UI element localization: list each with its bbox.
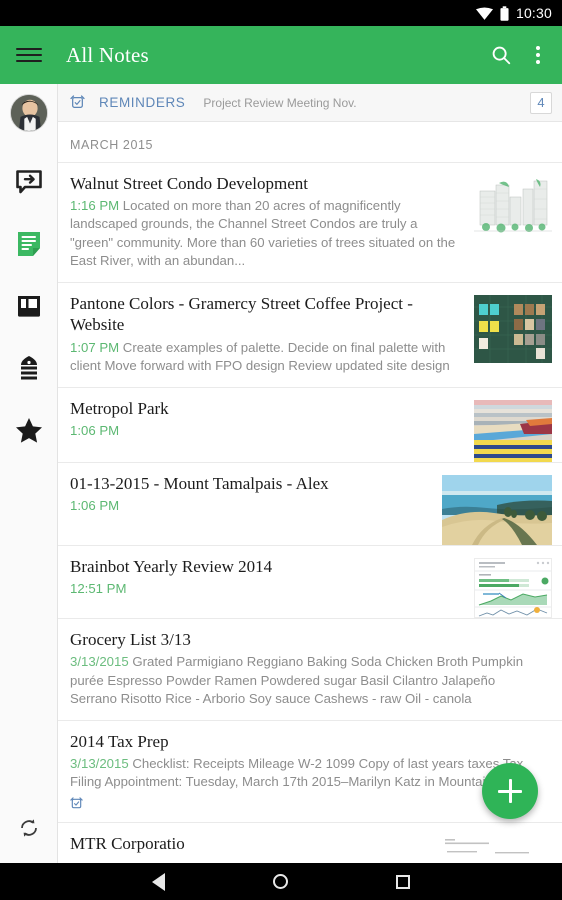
note-preview-text: Checklist: Receipts Mileage W-2 1099 Cop… (70, 756, 525, 790)
note-snippet: 1:06 PM (70, 497, 430, 515)
alarm-clock-icon (70, 796, 83, 808)
note-thumbnail (474, 400, 552, 463)
note-timestamp: 1:06 PM (70, 423, 120, 439)
note-thumbnail (474, 175, 552, 237)
note-body: Walnut Street Condo Development 1:16 PM … (70, 163, 474, 282)
alarm-clock-icon (70, 95, 85, 108)
notes-icon (17, 232, 40, 256)
list-item[interactable]: MTR Corporatio (58, 821, 562, 863)
note-title: Pantone Colors - Gramercy Street Coffee … (70, 294, 413, 335)
list-item[interactable]: 01-13-2015 - Mount Tamalpais - Alex 1:06… (58, 462, 562, 546)
list-item[interactable]: Brainbot Yearly Review 2014 12:51 PM (58, 545, 562, 619)
reminders-bar[interactable]: REMINDERS Project Review Meeting Nov. 4 (58, 84, 562, 122)
hamburger-menu-icon[interactable] (16, 45, 42, 65)
list-item[interactable]: Grocery List 3/13 3/13/2015 Grated Parmi… (58, 618, 562, 720)
note-snippet: 1:07 PM Create examples of palette. Deci… (70, 339, 462, 375)
recents-button[interactable] (396, 874, 410, 889)
mountain-landscape-thumbnail (442, 475, 552, 546)
status-clock: 10:30 (515, 5, 552, 21)
note-body: Grocery List 3/13 3/13/2015 Grated Parmi… (70, 619, 552, 720)
park-chairs-thumbnail (474, 400, 552, 463)
note-title: Walnut Street Condo Development (70, 174, 308, 193)
note-timestamp: 3/13/2015 (70, 756, 129, 772)
search-icon (492, 46, 511, 65)
sync-icon (20, 819, 37, 837)
pantone-swatches-thumbnail (474, 295, 552, 364)
android-screen: 10:30 All Notes REMINDERS Project Review… (0, 0, 562, 900)
note-snippet: 12:51 PM (70, 580, 462, 598)
app-bar: All Notes (0, 26, 562, 84)
condo-rendering-thumbnail (474, 175, 552, 237)
note-thumbnail (442, 475, 552, 546)
note-timestamp: 1:07 PM (70, 339, 120, 355)
sidebar-item-shortcuts[interactable] (9, 410, 49, 450)
recents-square-icon (396, 874, 410, 889)
month-header: MARCH 2015 (70, 138, 154, 152)
note-title: Metropol Park (70, 399, 169, 419)
note-snippet: 1:06 PM (70, 422, 462, 440)
note-title: Brainbot Yearly Review 2014 (70, 557, 273, 577)
note-title: Grocery List 3/13 (70, 630, 191, 650)
reminders-count-badge[interactable]: 4 (530, 91, 552, 114)
note-preview-text: Grated Parmigiano Reggiano Baking Soda C… (70, 654, 524, 706)
note-body: Metropol Park 1:06 PM (70, 388, 474, 462)
back-button[interactable] (152, 872, 165, 891)
note-preview-text: Create examples of palette. Decide on fi… (70, 339, 450, 373)
note-snippet: 3/13/2015 Grated Parmigiano Reggiano Bak… (70, 653, 540, 708)
overflow-menu-icon[interactable] (530, 44, 546, 66)
sidebar-item-new-note[interactable] (9, 162, 49, 202)
note-thumbnail (474, 558, 552, 619)
list-item[interactable]: Metropol Park 1:06 PM (58, 387, 562, 463)
note-timestamp: 3/13/2015 (70, 654, 129, 670)
dashboard-chart-thumbnail (475, 559, 551, 618)
note-preview-text: Located on more than 20 acres of magnifi… (70, 198, 456, 268)
new-note-icon (15, 170, 42, 194)
note-title: 01-13-2015 - Mount Tamalpais - Alex (70, 474, 329, 494)
note-body: Pantone Colors - Gramercy Street Coffee … (70, 283, 474, 387)
note-timestamp: 12:51 PM (70, 581, 127, 597)
star-icon (15, 417, 42, 443)
android-nav-bar (0, 863, 562, 900)
note-body: MTR Corporatio (70, 823, 417, 863)
left-nav-rail (0, 84, 58, 863)
note-thumbnail (474, 295, 552, 364)
note-title: MTR Corporatio (70, 833, 185, 853)
content-area: REMINDERS Project Review Meeting Nov. 4 … (0, 84, 562, 863)
sidebar-item-notes[interactable] (9, 224, 49, 264)
document-scan-thumbnail (417, 834, 552, 863)
sync-button[interactable] (0, 817, 57, 839)
status-bar: 10:30 (0, 0, 562, 26)
notes-list-panel: REMINDERS Project Review Meeting Nov. 4 … (58, 84, 562, 863)
notebook-icon (17, 296, 40, 317)
sidebar-item-notebooks[interactable] (9, 286, 49, 326)
note-body: Brainbot Yearly Review 2014 12:51 PM (70, 546, 474, 618)
user-avatar[interactable] (9, 94, 48, 132)
tag-icon (20, 356, 37, 380)
list-item[interactable]: Walnut Street Condo Development 1:16 PM … (58, 162, 562, 282)
note-body: 01-13-2015 - Mount Tamalpais - Alex 1:06… (70, 463, 442, 545)
note-thumbnail (417, 834, 552, 863)
list-item[interactable]: Pantone Colors - Gramercy Street Coffee … (58, 282, 562, 387)
note-timestamp: 1:06 PM (70, 498, 120, 514)
note-snippet: 3/13/2015 Checklist: Receipts Mileage W-… (70, 755, 540, 791)
page-title: All Notes (66, 42, 149, 67)
back-triangle-icon (152, 872, 165, 891)
avatar-photo (10, 95, 47, 131)
new-note-fab[interactable] (482, 763, 538, 819)
note-title: 2014 Tax Prep (70, 731, 169, 751)
note-snippet: 1:16 PM Located on more than 20 acres of… (70, 197, 462, 270)
reminders-subtitle: Project Review Meeting Nov. (203, 95, 357, 110)
note-body: 2014 Tax Prep 3/13/2015 Checklist: Recei… (70, 721, 552, 822)
wifi-icon (475, 6, 493, 20)
app-bar-actions (490, 44, 546, 66)
battery-icon (500, 5, 509, 21)
note-timestamp: 1:16 PM (70, 198, 120, 214)
search-button[interactable] (490, 44, 512, 66)
home-button[interactable] (273, 874, 288, 889)
reminders-label: REMINDERS (99, 95, 186, 110)
sidebar-item-tags[interactable] (9, 348, 49, 388)
home-circle-icon (273, 874, 288, 889)
